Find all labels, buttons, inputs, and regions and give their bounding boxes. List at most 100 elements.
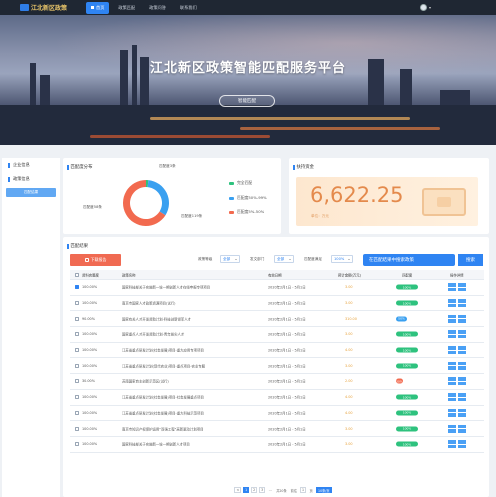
apply-action-icon[interactable] xyxy=(458,314,466,319)
share-action-icon[interactable] xyxy=(458,334,466,339)
detail-action-icon[interactable] xyxy=(448,393,456,397)
share-action-icon[interactable] xyxy=(458,444,466,449)
select-all-checkbox[interactable] xyxy=(75,272,79,277)
table-row[interactable]: 100.00% 国家科技部关于实施新一轮一期创新人才项目 2020年2月1日 - 5… xyxy=(70,437,484,453)
row-checkbox[interactable] xyxy=(75,363,79,368)
share-action-icon[interactable] xyxy=(458,366,466,370)
detail-action-icon[interactable] xyxy=(448,346,456,350)
sidebar-item-company-info[interactable]: 企业信息 xyxy=(2,158,60,172)
filter-match-select[interactable]: 100% xyxy=(331,255,353,263)
row-checkbox[interactable] xyxy=(75,442,79,447)
site-logo[interactable]: 江北新区政策 xyxy=(20,3,78,12)
detail-action-icon[interactable] xyxy=(448,283,456,287)
apply-action-icon[interactable] xyxy=(458,283,466,287)
row-checkbox[interactable] xyxy=(75,379,79,384)
collect-action-icon[interactable] xyxy=(448,444,456,449)
apply-action-icon[interactable] xyxy=(458,346,466,350)
table-row[interactable]: 100.00% 江苏省重点研发计划(社会发展)项目-社会发展重点项目 2020年2月… xyxy=(70,390,484,406)
detail-action-icon[interactable] xyxy=(448,299,456,303)
row-policy-name[interactable]: 国家有关人才开发资助计划-科技创新领军人才 xyxy=(122,316,191,321)
jump-page-input[interactable]: 1 xyxy=(300,487,307,493)
row-checkbox[interactable] xyxy=(75,332,79,337)
share-action-icon[interactable] xyxy=(458,319,466,323)
apply-action-icon[interactable] xyxy=(458,377,466,381)
collect-action-icon[interactable] xyxy=(448,429,456,433)
row-policy-name[interactable]: 国家科技部关于实施新一轮一期创新人才在线申报专项项目 xyxy=(122,285,210,290)
detail-action-icon[interactable] xyxy=(448,377,456,381)
sidebar-item-policy-info[interactable]: 政策信息 xyxy=(2,172,60,186)
share-action-icon[interactable] xyxy=(458,413,466,417)
share-action-icon[interactable] xyxy=(458,381,466,386)
apply-action-icon[interactable] xyxy=(458,393,466,397)
row-policy-name[interactable]: 江苏省重点研发计划(现代农业)项目-重点项目-农业专题 xyxy=(122,363,205,368)
collect-action-icon[interactable] xyxy=(448,350,456,355)
row-policy-name[interactable]: 江苏省重点研发计划(社会发展)项目-重大应用专项项目 xyxy=(122,348,204,353)
table-row[interactable]: 30.00% 苏南国家自主创新示范区(试行) 2020年2月1日 - 5月1日 2.0… xyxy=(70,374,484,390)
row-checkbox[interactable] xyxy=(75,285,79,290)
filter-department-select[interactable]: 全部 xyxy=(274,255,294,263)
row-checkbox[interactable] xyxy=(75,395,79,400)
collect-action-icon[interactable] xyxy=(448,334,456,339)
share-action-icon[interactable] xyxy=(458,429,466,433)
collect-action-icon[interactable] xyxy=(448,366,456,370)
apply-action-icon[interactable] xyxy=(458,408,466,413)
detail-action-icon[interactable] xyxy=(448,330,456,334)
nav-policy-match[interactable]: 政策匹配 xyxy=(113,2,140,14)
table-row[interactable]: 90.00% 国家有关人才开发资助计划-科技创新领军人才 2020年2月1日 - 5… xyxy=(70,311,484,328)
detail-action-icon[interactable] xyxy=(448,361,456,366)
smart-match-button[interactable]: 智能匹配 xyxy=(219,95,275,107)
row-policy-name[interactable]: 江苏省重点研发计划(社会发展)项目-重大科技示范项目 xyxy=(122,410,204,415)
table-row[interactable]: 100.00% 江苏省重点研发计划(社会发展)项目-重大应用专项项目 2020年2月… xyxy=(70,343,484,359)
collect-action-icon[interactable] xyxy=(448,397,456,402)
table-row[interactable]: 100.00% 国家重点人才开发资助计划-青年拔尖人才 2020年2月1日 - 5月… xyxy=(70,327,484,343)
apply-action-icon[interactable] xyxy=(458,361,466,366)
nav-contact[interactable]: 联系我们 xyxy=(175,2,202,14)
row-checkbox[interactable] xyxy=(75,410,79,415)
row-checkbox[interactable] xyxy=(75,316,79,321)
table-row[interactable]: 100.00% 国家科技部关于实施新一轮一期创新人才在线申报专项项目 2020年2月… xyxy=(70,280,484,296)
share-action-icon[interactable] xyxy=(458,287,466,292)
share-action-icon[interactable] xyxy=(458,397,466,402)
table-row[interactable]: 100.00% 江苏省重点研发计划(现代农业)项目-重点项目-农业专题 2020年2… xyxy=(70,358,484,375)
page-button[interactable]: 2 xyxy=(251,487,258,493)
apply-action-icon[interactable] xyxy=(458,424,466,429)
page-button[interactable]: 1 xyxy=(243,487,250,493)
row-checkbox[interactable] xyxy=(75,426,79,431)
search-input[interactable]: 在匹配结果中搜索政策 xyxy=(363,254,455,266)
detail-action-icon[interactable] xyxy=(448,424,456,429)
search-button[interactable]: 搜索 xyxy=(457,254,483,266)
share-action-icon[interactable] xyxy=(458,303,466,308)
collect-action-icon[interactable] xyxy=(448,303,456,308)
table-row[interactable]: 100.00% 南京市知识产权保护运用“双强工程”高新驱动计划项目 2020年2月1… xyxy=(70,421,484,437)
row-policy-name[interactable]: 南京市国家人才政策资源项目(试行) xyxy=(122,301,176,306)
detail-action-icon[interactable] xyxy=(448,408,456,413)
sidebar-item-match-results[interactable]: 匹配结果 xyxy=(6,188,56,197)
row-policy-name[interactable]: 南京市知识产权保护运用“双强工程”高新驱动计划项目 xyxy=(122,426,204,431)
row-checkbox[interactable] xyxy=(75,301,79,306)
collect-action-icon[interactable] xyxy=(448,413,456,417)
download-report-button[interactable]: 下载报告 xyxy=(70,254,121,266)
collect-action-icon[interactable] xyxy=(448,381,456,386)
row-policy-name[interactable]: 苏南国家自主创新示范区(试行) xyxy=(122,379,169,384)
filter-level-select[interactable]: 全部 xyxy=(220,255,240,263)
detail-action-icon[interactable] xyxy=(448,314,456,319)
table-row[interactable]: 100.00% 江苏省重点研发计划(社会发展)项目-重大科技示范项目 2020年2月… xyxy=(70,406,484,422)
page-button[interactable]: 3 xyxy=(259,487,266,493)
nav-home[interactable]: 首页 xyxy=(86,1,110,14)
prev-page-button[interactable]: < xyxy=(234,487,242,493)
collect-action-icon[interactable] xyxy=(448,319,456,323)
apply-action-icon[interactable] xyxy=(458,440,466,444)
detail-action-icon[interactable] xyxy=(448,440,456,444)
apply-action-icon[interactable] xyxy=(458,330,466,334)
collect-action-icon[interactable] xyxy=(448,287,456,292)
row-checkbox[interactable] xyxy=(75,348,79,353)
share-action-icon[interactable] xyxy=(458,350,466,355)
apply-action-icon[interactable] xyxy=(458,299,466,303)
row-policy-name[interactable]: 江苏省重点研发计划(社会发展)项目-社会发展重点项目 xyxy=(122,395,204,400)
row-policy-name[interactable]: 国家科技部关于实施新一轮一期创新人才项目 xyxy=(122,442,190,447)
table-row[interactable]: 100.00% 南京市国家人才政策资源项目(试行) 2020年2月1日 - 5月1日… xyxy=(70,296,484,312)
page-size-select[interactable]: 10条/页 xyxy=(316,487,332,493)
nav-policy-qa[interactable]: 政策问答 xyxy=(144,2,171,14)
user-menu[interactable] xyxy=(420,4,431,11)
row-policy-name[interactable]: 国家重点人才开发资助计划-青年拔尖人才 xyxy=(122,332,184,337)
